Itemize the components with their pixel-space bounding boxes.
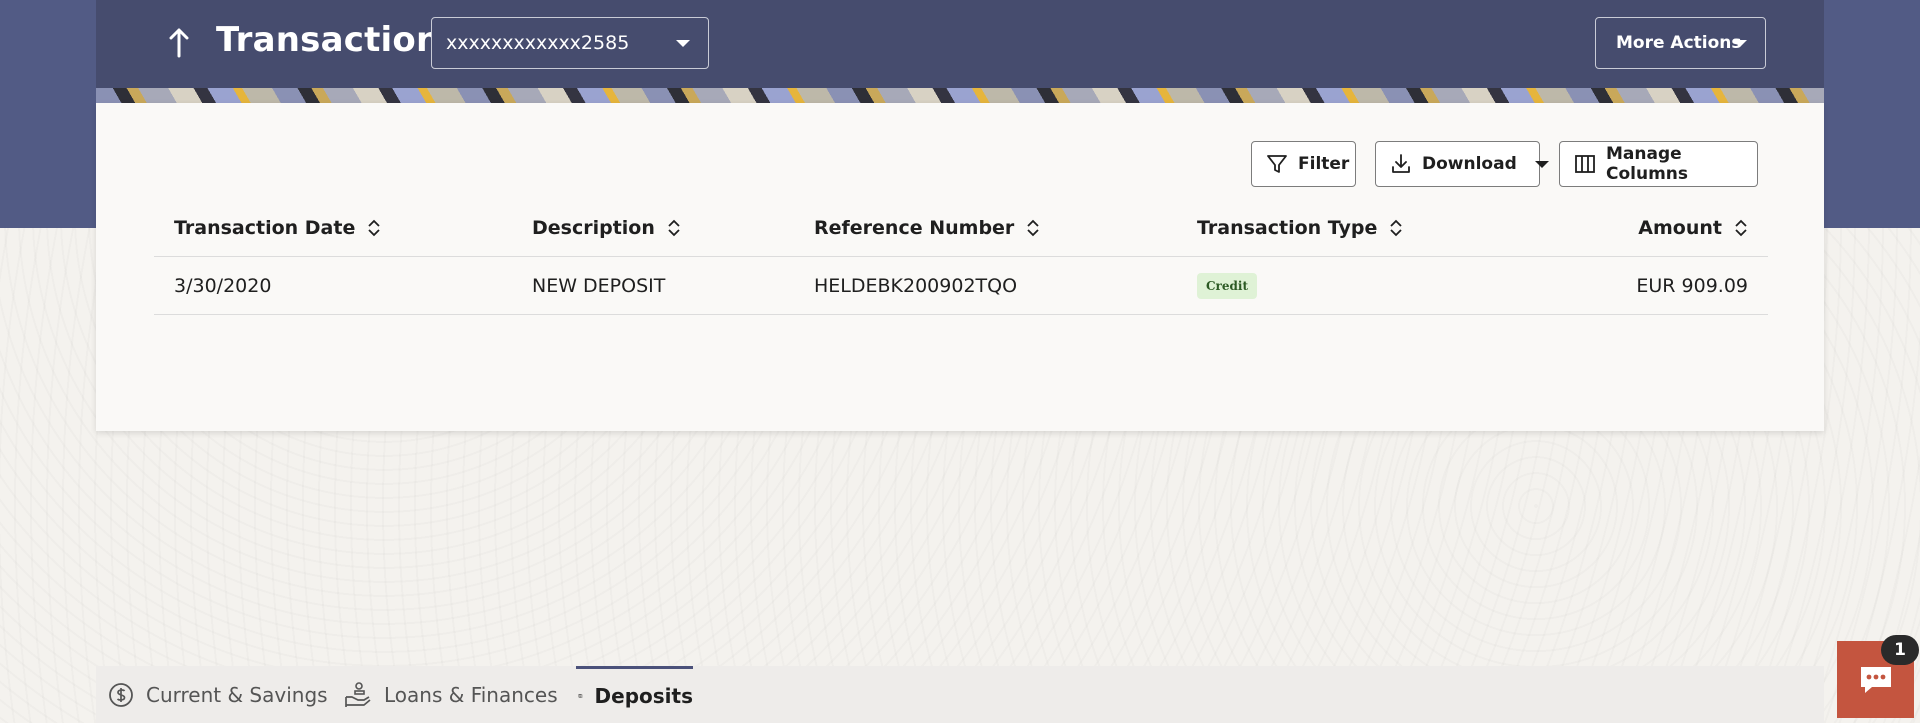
notification-badge: 1 bbox=[1881, 635, 1919, 665]
dollar-circle-icon bbox=[109, 682, 133, 707]
column-header-description[interactable]: Description bbox=[532, 199, 681, 257]
column-label: Description bbox=[532, 217, 655, 239]
more-actions-button[interactable]: More Actions bbox=[1595, 17, 1766, 69]
tab-label: Loans & Finances bbox=[384, 682, 558, 707]
table-header: Transaction Date Description Reference N… bbox=[154, 199, 1768, 257]
transactions-card: Filter Download Manage Columns Transacti… bbox=[96, 103, 1824, 431]
tab-loans-finances[interactable]: Loans & Finances bbox=[344, 666, 558, 723]
cell-amount: EUR 909.09 bbox=[1636, 275, 1748, 297]
columns-icon bbox=[1575, 155, 1595, 173]
download-icon bbox=[1392, 154, 1410, 173]
deposits-icon bbox=[578, 694, 583, 698]
column-label: Amount bbox=[1638, 217, 1722, 239]
filter-button[interactable]: Filter bbox=[1251, 141, 1356, 187]
transactions-table: Transaction Date Description Reference N… bbox=[154, 199, 1768, 315]
sort-icon bbox=[1026, 218, 1040, 238]
chevron-down-icon bbox=[676, 40, 690, 47]
column-header-amount[interactable]: Amount bbox=[1638, 199, 1748, 257]
column-header-transaction-type[interactable]: Transaction Type bbox=[1197, 199, 1403, 257]
back-arrow-icon[interactable] bbox=[166, 24, 192, 62]
chat-bubble-icon bbox=[1860, 666, 1891, 693]
column-header-transaction-date[interactable]: Transaction Date bbox=[174, 199, 381, 257]
download-button[interactable]: Download bbox=[1375, 141, 1549, 187]
chevron-down-icon bbox=[1733, 40, 1747, 47]
sort-icon bbox=[667, 218, 681, 238]
tab-current-savings[interactable]: Current & Savings bbox=[108, 666, 328, 723]
sort-icon bbox=[1389, 218, 1403, 238]
filter-icon bbox=[1267, 155, 1287, 173]
bottom-tab-bar: Current & Savings Loans & Finances Depos… bbox=[96, 666, 1824, 723]
table-row[interactable]: 3/30/2020 NEW DEPOSIT HELDEBK200902TQO C… bbox=[154, 257, 1768, 315]
manage-columns-button[interactable]: Manage Columns bbox=[1559, 141, 1758, 187]
hand-coins-icon bbox=[345, 681, 371, 707]
page-title: Transactions bbox=[216, 20, 461, 60]
cell-transaction-type: Credit bbox=[1197, 257, 1257, 315]
more-actions-label: More Actions bbox=[1616, 33, 1742, 53]
cell-reference-number: HELDEBK200902TQO bbox=[814, 275, 1018, 297]
column-header-reference-number[interactable]: Reference Number bbox=[814, 199, 1040, 257]
column-label: Reference Number bbox=[814, 217, 1015, 239]
decorative-strip bbox=[96, 88, 1824, 103]
tab-label: Deposits bbox=[594, 684, 693, 708]
download-label: Download bbox=[1422, 154, 1517, 174]
sort-icon bbox=[1734, 218, 1748, 238]
column-label: Transaction Type bbox=[1197, 217, 1378, 239]
cell-description: NEW DEPOSIT bbox=[532, 275, 666, 297]
filter-label: Filter bbox=[1298, 154, 1350, 174]
tab-deposits[interactable]: Deposits bbox=[576, 666, 693, 723]
column-label: Transaction Date bbox=[174, 217, 356, 239]
chevron-down-icon bbox=[1534, 160, 1549, 168]
account-select[interactable]: xxxxxxxxxxxx2585 bbox=[431, 17, 709, 69]
manage-columns-label: Manage Columns bbox=[1606, 144, 1689, 184]
cell-transaction-date: 3/30/2020 bbox=[174, 275, 272, 297]
sort-icon bbox=[367, 218, 381, 238]
status-badge: Credit bbox=[1197, 273, 1257, 299]
tab-label: Current & Savings bbox=[146, 682, 328, 707]
account-number: xxxxxxxxxxxx2585 bbox=[446, 32, 630, 54]
